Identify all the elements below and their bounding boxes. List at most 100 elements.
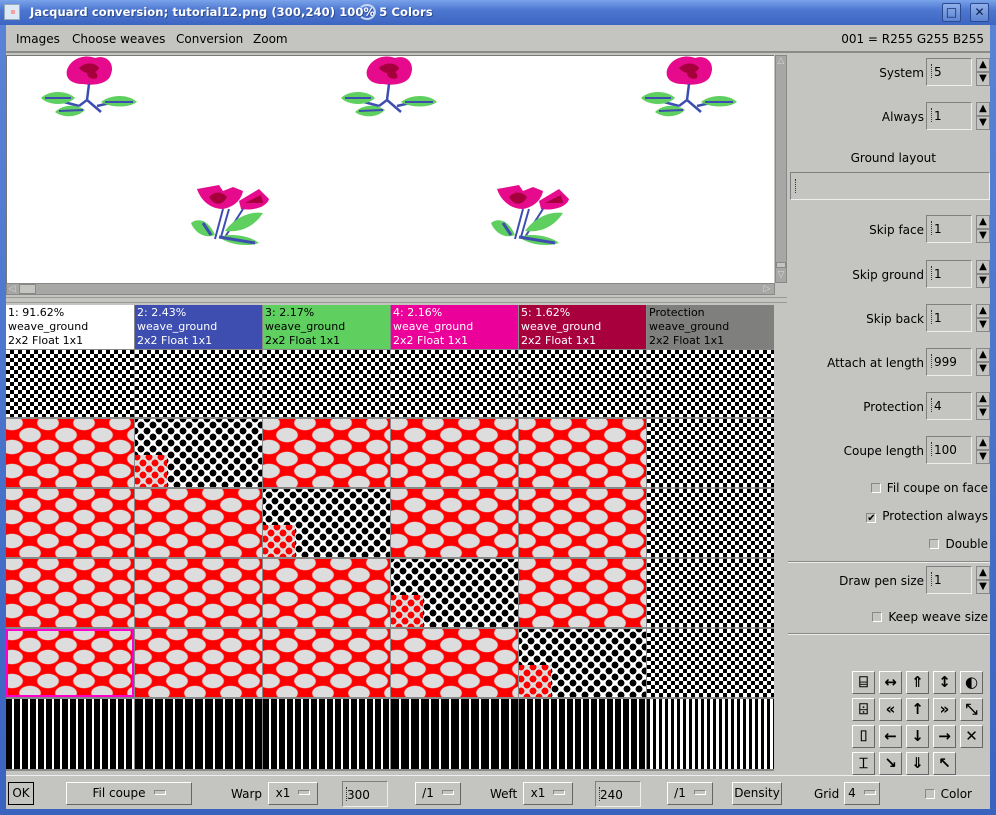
weave-cell[interactable] bbox=[263, 489, 390, 557]
warp-field[interactable]: 300 bbox=[342, 781, 388, 807]
scroll-thumb[interactable] bbox=[776, 262, 786, 268]
weave-cell[interactable] bbox=[391, 629, 518, 697]
weave-pattern-preview[interactable] bbox=[519, 699, 646, 769]
weave-cell[interactable] bbox=[263, 559, 390, 627]
warp-multiplier-select[interactable]: x1 bbox=[268, 782, 318, 805]
ground-layout-field[interactable] bbox=[790, 172, 990, 200]
spin-up-icon[interactable]: ▲ bbox=[976, 102, 990, 116]
spin-up-icon[interactable]: ▲ bbox=[976, 566, 990, 580]
spin-down-icon[interactable]: ▼ bbox=[976, 318, 990, 332]
menu-zoom[interactable]: Zoom bbox=[253, 32, 288, 46]
step-up-button[interactable]: ⌸ bbox=[852, 671, 875, 694]
weave-cell[interactable] bbox=[391, 489, 518, 557]
maximize-button[interactable]: □ bbox=[942, 3, 961, 22]
grid-select[interactable]: 4 bbox=[844, 782, 880, 805]
step-right-up-button[interactable]: ⌷ bbox=[852, 725, 875, 748]
color-checkbox[interactable]: Color bbox=[924, 787, 972, 801]
weft-divisor-select[interactable]: /1 bbox=[667, 782, 713, 805]
spin-up-icon[interactable]: ▲ bbox=[976, 304, 990, 318]
weave-cell[interactable] bbox=[135, 350, 262, 417]
double-chevron-right-button[interactable]: » bbox=[933, 698, 956, 721]
protection-always-checkbox[interactable]: ✔ Protection always bbox=[866, 509, 988, 524]
skip-back-spinner[interactable]: ▲ ▼ bbox=[976, 304, 990, 332]
weft-field[interactable]: 240 bbox=[595, 781, 641, 807]
arrow-down-button[interactable]: ↓ bbox=[906, 725, 929, 748]
weave-cell[interactable] bbox=[6, 350, 134, 417]
weave-cell[interactable] bbox=[647, 489, 774, 557]
scroll-right-icon[interactable]: ▷ bbox=[762, 284, 772, 294]
diagonal-expand-button[interactable]: ⤡ bbox=[960, 698, 983, 721]
weave-cell[interactable] bbox=[263, 629, 390, 697]
weave-cell[interactable] bbox=[6, 559, 134, 627]
weft-multiplier-select[interactable]: x1 bbox=[523, 782, 573, 805]
close-button[interactable]: ✕ bbox=[970, 3, 989, 22]
weave-pattern-preview[interactable] bbox=[391, 699, 518, 769]
spin-up-icon[interactable]: ▲ bbox=[976, 436, 990, 450]
spin-down-icon[interactable]: ▼ bbox=[976, 362, 990, 376]
weave-cell[interactable] bbox=[391, 419, 518, 487]
fil-coupe-on-face-checkbox[interactable]: Fil coupe on face bbox=[870, 481, 988, 495]
weave-column-header[interactable]: 1: 91.62% weave_ground 2x2 Float 1x1 bbox=[6, 305, 134, 349]
weave-cell[interactable] bbox=[6, 489, 134, 557]
weave-cell[interactable] bbox=[391, 559, 518, 627]
protection-spinner[interactable]: ▲ ▼ bbox=[976, 392, 990, 420]
weave-column-header[interactable]: Protection weave_ground 2x2 Float 1x1 bbox=[647, 305, 774, 349]
spin-up-icon[interactable]: ▲ bbox=[976, 392, 990, 406]
checkbox-box[interactable] bbox=[870, 483, 881, 493]
spin-down-icon[interactable]: ▼ bbox=[976, 72, 990, 86]
coupe-length-spinner[interactable]: ▲ ▼ bbox=[976, 436, 990, 464]
arrow-right-button[interactable]: → bbox=[933, 725, 956, 748]
spin-down-icon[interactable]: ▼ bbox=[976, 229, 990, 243]
always-spinner[interactable]: ▲ ▼ bbox=[976, 102, 990, 130]
spin-up-icon[interactable]: ▲ bbox=[976, 215, 990, 229]
image-vertical-scrollbar[interactable]: △ ▽ bbox=[775, 55, 787, 283]
spin-up-icon[interactable]: ▲ bbox=[976, 348, 990, 362]
skip-ground-spinner[interactable]: ▲ ▼ bbox=[976, 260, 990, 288]
weave-cell[interactable] bbox=[519, 559, 646, 627]
weave-cell[interactable] bbox=[647, 350, 774, 417]
system-field[interactable]: 5 bbox=[926, 58, 972, 86]
spin-up-icon[interactable]: ▲ bbox=[976, 260, 990, 274]
step-right-down-button[interactable]: ⌶ bbox=[852, 752, 875, 775]
expand-horizontal-button[interactable]: ↔ bbox=[879, 671, 902, 694]
image-preview[interactable] bbox=[6, 55, 774, 283]
weave-cell[interactable] bbox=[647, 559, 774, 627]
weave-pattern-preview[interactable] bbox=[6, 699, 134, 769]
double-chevron-down-button[interactable]: ⇓ bbox=[906, 752, 929, 775]
skip-back-field[interactable]: 1 bbox=[926, 304, 972, 332]
weave-cell[interactable] bbox=[647, 419, 774, 487]
weave-cell[interactable] bbox=[263, 350, 390, 417]
attach-at-length-field[interactable]: 999 bbox=[926, 348, 972, 376]
weave-pattern-preview[interactable] bbox=[135, 699, 262, 769]
weave-cell[interactable] bbox=[519, 419, 646, 487]
scroll-left-icon[interactable]: ◁ bbox=[7, 284, 17, 294]
weave-cell[interactable] bbox=[519, 629, 646, 697]
keep-weave-size-checkbox[interactable]: Keep weave size bbox=[872, 610, 988, 624]
weave-column-header[interactable]: 4: 2.16% weave_ground 2x2 Float 1x1 bbox=[391, 305, 518, 349]
coupe-length-field[interactable]: 100 bbox=[926, 436, 972, 464]
weave-cell[interactable] bbox=[135, 629, 262, 697]
weave-cell[interactable] bbox=[391, 350, 518, 417]
skip-face-spinner[interactable]: ▲ ▼ bbox=[976, 215, 990, 243]
weave-cell[interactable] bbox=[519, 489, 646, 557]
pane-splitter[interactable] bbox=[6, 297, 787, 303]
scroll-thumb[interactable] bbox=[19, 284, 36, 294]
arrow-up-button[interactable]: ↑ bbox=[906, 698, 929, 721]
spin-up-icon[interactable]: ▲ bbox=[976, 58, 990, 72]
double-chevron-up-button[interactable]: ⇑ bbox=[906, 671, 929, 694]
density-button[interactable]: Density bbox=[732, 782, 782, 805]
weave-cell[interactable] bbox=[135, 489, 262, 557]
attach-at-length-spinner[interactable]: ▲ ▼ bbox=[976, 348, 990, 376]
weave-column-header[interactable]: 2: 2.43% weave_ground 2x2 Float 1x1 bbox=[135, 305, 262, 349]
protection-field[interactable]: 4 bbox=[926, 392, 972, 420]
weave-cell[interactable] bbox=[135, 559, 262, 627]
double-chevron-left-button[interactable]: « bbox=[879, 698, 902, 721]
weave-grid[interactable]: 1: 91.62% weave_ground 2x2 Float 1x1 2: 2.4… bbox=[6, 305, 774, 771]
weave-column-header[interactable]: 3: 2.17% weave_ground 2x2 Float 1x1 bbox=[263, 305, 390, 349]
draw-pen-size-spinner[interactable]: ▲ ▼ bbox=[976, 566, 990, 594]
menu-choose-weaves[interactable]: Choose weaves bbox=[72, 32, 165, 46]
weave-cell[interactable] bbox=[519, 350, 646, 417]
scroll-down-icon[interactable]: ▽ bbox=[776, 270, 786, 280]
spin-down-icon[interactable]: ▼ bbox=[976, 274, 990, 288]
double-checkbox[interactable]: Double bbox=[929, 537, 988, 551]
